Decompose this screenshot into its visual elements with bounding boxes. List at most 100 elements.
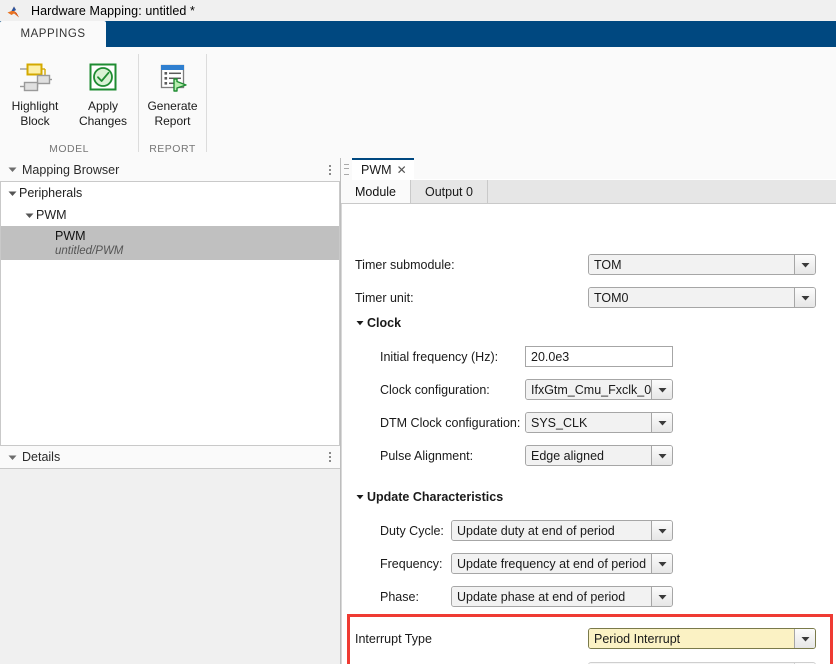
chevron-down-icon[interactable] — [651, 554, 672, 573]
chevron-down-icon[interactable] — [651, 413, 672, 432]
tree-node-pwm-label: PWM — [36, 208, 67, 222]
timer-submodule-dropdown[interactable]: TOM — [588, 254, 816, 275]
update-characteristics-section-header[interactable]: Update Characteristics — [356, 490, 503, 504]
tree-node-peripherals[interactable]: Peripherals — [1, 182, 339, 204]
field-row-interrupt-type: Interrupt Type — [355, 632, 432, 646]
drag-handle-icon[interactable] — [341, 158, 352, 180]
chevron-down-icon[interactable] — [6, 190, 19, 197]
hardware-mapping-window: Hardware Mapping: untitled * MAPPINGS — [0, 0, 836, 664]
document-tab-filler — [414, 157, 836, 180]
tab-mappings-label: MAPPINGS — [20, 28, 85, 40]
frequency-dropdown[interactable]: Update frequency at end of period — [451, 553, 673, 574]
dtm-clock-configuration-label: DTM Clock configuration: — [380, 416, 520, 430]
highlight-block-button[interactable]: Highlight Block — [1, 55, 69, 130]
field-row-timer-unit: Timer unit: — [355, 291, 414, 305]
timer-submodule-label: Timer submodule: — [355, 258, 455, 272]
field-row-initial-frequency: Initial frequency (Hz): — [380, 350, 498, 364]
chevron-down-icon[interactable] — [794, 629, 815, 648]
tree-leaf-primary-label: PWM — [55, 229, 339, 244]
chevron-down-icon[interactable] — [794, 255, 815, 274]
collapse-caret-icon[interactable] — [4, 166, 20, 173]
collapse-caret-icon[interactable] — [4, 454, 20, 461]
clock-configuration-label: Clock configuration: — [380, 383, 490, 397]
field-row-timer-submodule: Timer submodule: — [355, 258, 455, 272]
ribbon-group-report: Generate Report REPORT — [139, 47, 206, 158]
tree-node-pwm[interactable]: PWM — [1, 204, 339, 226]
left-panel: Mapping Browser Peripherals PWM — [0, 158, 341, 664]
interrupt-type-label: Interrupt Type — [355, 632, 432, 646]
frequency-label: Frequency: — [380, 557, 443, 571]
mapping-browser-tree[interactable]: Peripherals PWM PWM untitled/PWM — [0, 182, 340, 445]
mapping-browser-header: Mapping Browser — [0, 158, 340, 182]
clock-section-title: Clock — [367, 316, 401, 330]
chevron-down-icon[interactable] — [651, 446, 672, 465]
document-tab-bar: PWM ✕ — [341, 158, 836, 180]
apply-changes-icon — [87, 59, 119, 95]
interrupt-type-dropdown[interactable]: Period Interrupt — [588, 628, 816, 649]
details-menu-icon[interactable] — [329, 452, 331, 462]
interrupt-type-value: Period Interrupt — [589, 629, 794, 648]
generate-report-icon — [156, 59, 190, 95]
chevron-down-icon[interactable] — [23, 212, 36, 219]
chevron-down-icon[interactable] — [651, 380, 672, 399]
details-body — [0, 469, 340, 664]
ribbon-tab-strip: MAPPINGS — [0, 21, 836, 47]
chevron-down-icon[interactable] — [356, 320, 364, 326]
module-settings-form: Timer submodule: TOM Timer unit: TOM0 — [341, 204, 836, 664]
tree-leaf-pwm-instance[interactable]: PWM untitled/PWM — [1, 226, 339, 260]
tab-mappings[interactable]: MAPPINGS — [0, 21, 106, 47]
mapping-browser-title: Mapping Browser — [22, 163, 119, 177]
timer-unit-dropdown[interactable]: TOM0 — [588, 287, 816, 308]
details-header: Details — [0, 445, 340, 469]
pulse-alignment-label: Pulse Alignment: — [380, 449, 473, 463]
timer-submodule-value: TOM — [589, 255, 794, 274]
duty-cycle-label: Duty Cycle: — [380, 524, 444, 538]
sub-tab-bar: Module Output 0 — [341, 180, 836, 204]
field-row-clock-configuration: Clock configuration: — [380, 383, 490, 397]
field-row-duty-cycle: Duty Cycle: — [380, 524, 444, 538]
tab-output-0-label: Output 0 — [425, 185, 473, 199]
clock-section-header[interactable]: Clock — [356, 316, 401, 330]
chevron-down-icon[interactable] — [794, 288, 815, 307]
update-characteristics-section-title: Update Characteristics — [367, 490, 503, 504]
main-area: Mapping Browser Peripherals PWM — [0, 158, 836, 664]
phase-label: Phase: — [380, 590, 419, 604]
highlight-block-icon — [18, 59, 52, 95]
mapping-browser-menu-icon[interactable] — [329, 165, 331, 175]
title-bar: Hardware Mapping: untitled * — [0, 0, 836, 21]
chevron-down-icon[interactable] — [651, 587, 672, 606]
right-panel: PWM ✕ Module Output 0 Timer submodule: — [341, 158, 836, 664]
initial-frequency-value: 20.0e3 — [531, 350, 569, 364]
timer-unit-label: Timer unit: — [355, 291, 414, 305]
document-tab-pwm-label: PWM — [361, 163, 392, 177]
ribbon-group-report-label: REPORT — [139, 140, 206, 158]
timer-unit-value: TOM0 — [589, 288, 794, 307]
apply-changes-label: Apply Changes — [79, 99, 127, 129]
chevron-down-icon[interactable] — [356, 494, 364, 500]
dtm-clock-configuration-dropdown[interactable]: SYS_CLK — [525, 412, 673, 433]
chevron-down-icon[interactable] — [651, 521, 672, 540]
sub-tab-filler — [488, 180, 836, 203]
document-tab-pwm[interactable]: PWM ✕ — [352, 158, 414, 180]
field-row-pulse-alignment: Pulse Alignment: — [380, 449, 473, 463]
generate-report-button[interactable]: Generate Report — [139, 55, 207, 130]
clock-configuration-dropdown[interactable]: IfxGtm_Cmu_Fxclk_0 — [525, 379, 673, 400]
initial-frequency-input[interactable]: 20.0e3 — [525, 346, 673, 367]
close-icon[interactable]: ✕ — [397, 164, 407, 176]
tab-module[interactable]: Module — [341, 180, 411, 203]
window-title: Hardware Mapping: untitled * — [31, 4, 195, 18]
pulse-alignment-value: Edge aligned — [526, 446, 651, 465]
clock-configuration-value: IfxGtm_Cmu_Fxclk_0 — [526, 380, 651, 399]
phase-value: Update phase at end of period — [452, 587, 651, 606]
apply-changes-button[interactable]: Apply Changes — [69, 55, 137, 130]
field-row-phase: Phase: — [380, 590, 419, 604]
tree-leaf-secondary-label: untitled/PWM — [55, 244, 339, 258]
pulse-alignment-dropdown[interactable]: Edge aligned — [525, 445, 673, 466]
duty-cycle-dropdown[interactable]: Update duty at end of period — [451, 520, 673, 541]
matlab-logo-icon — [7, 4, 24, 18]
phase-dropdown[interactable]: Update phase at end of period — [451, 586, 673, 607]
ribbon-group-model-label: MODEL — [0, 140, 138, 158]
ribbon-toolbar: Highlight Block Apply Changes MODEL — [0, 47, 836, 159]
tab-output-0[interactable]: Output 0 — [411, 180, 488, 203]
duty-cycle-value: Update duty at end of period — [452, 521, 651, 540]
